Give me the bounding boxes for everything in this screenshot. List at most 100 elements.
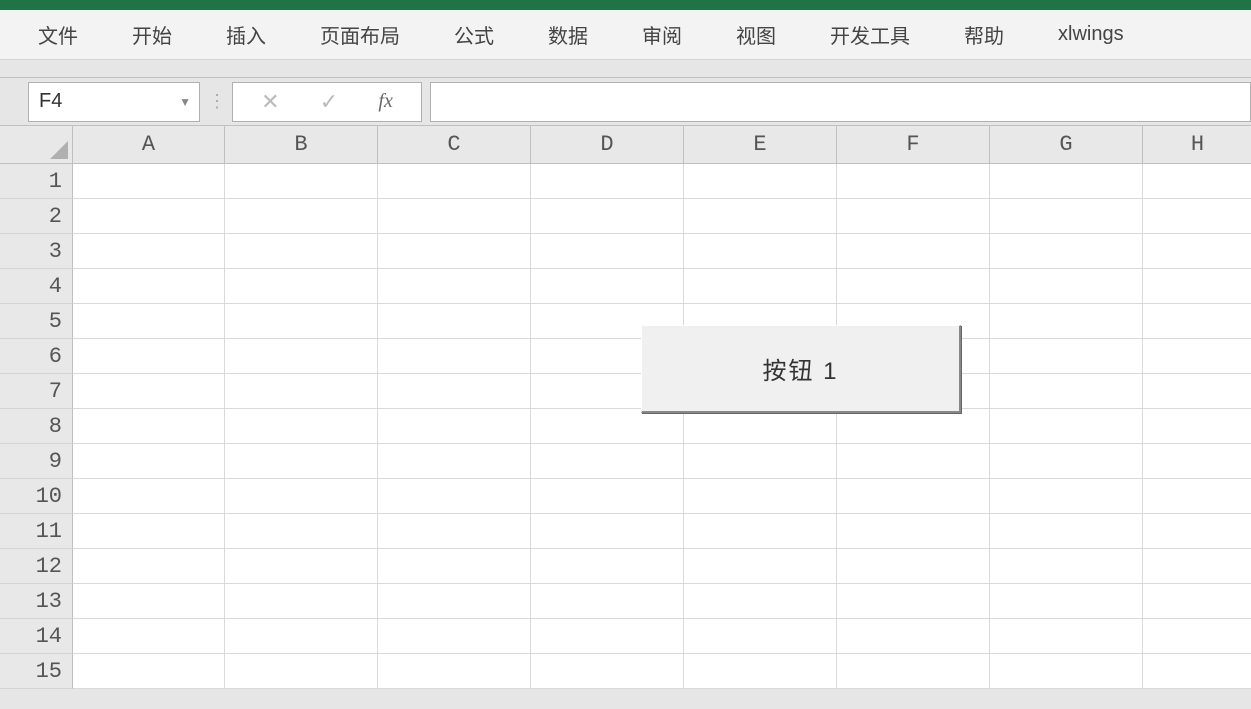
cell-E1[interactable] xyxy=(684,164,837,199)
cell-D14[interactable] xyxy=(531,619,684,654)
cell-B1[interactable] xyxy=(225,164,378,199)
ribbon-tab-5[interactable]: 数据 xyxy=(540,16,596,53)
cell-G11[interactable] xyxy=(990,514,1143,549)
cell-H15[interactable] xyxy=(1143,654,1251,689)
cell-G2[interactable] xyxy=(990,199,1143,234)
cell-H8[interactable] xyxy=(1143,409,1251,444)
cell-G13[interactable] xyxy=(990,584,1143,619)
cell-B5[interactable] xyxy=(225,304,378,339)
cancel-icon[interactable]: ✕ xyxy=(261,89,279,115)
cell-D13[interactable] xyxy=(531,584,684,619)
row-header-12[interactable]: 12 xyxy=(0,549,73,584)
cell-G4[interactable] xyxy=(990,269,1143,304)
cell-B14[interactable] xyxy=(225,619,378,654)
cell-G15[interactable] xyxy=(990,654,1143,689)
cell-E13[interactable] xyxy=(684,584,837,619)
select-all-corner[interactable] xyxy=(0,126,73,164)
cell-C13[interactable] xyxy=(378,584,531,619)
cell-E3[interactable] xyxy=(684,234,837,269)
cell-C14[interactable] xyxy=(378,619,531,654)
cell-D2[interactable] xyxy=(531,199,684,234)
column-header-G[interactable]: G xyxy=(990,126,1143,164)
cell-C6[interactable] xyxy=(378,339,531,374)
cell-A8[interactable] xyxy=(73,409,225,444)
cell-E14[interactable] xyxy=(684,619,837,654)
cell-B4[interactable] xyxy=(225,269,378,304)
row-header-2[interactable]: 2 xyxy=(0,199,73,234)
column-header-D[interactable]: D xyxy=(531,126,684,164)
cell-A12[interactable] xyxy=(73,549,225,584)
cell-H3[interactable] xyxy=(1143,234,1251,269)
column-header-A[interactable]: A xyxy=(73,126,225,164)
cell-A15[interactable] xyxy=(73,654,225,689)
cell-F15[interactable] xyxy=(837,654,990,689)
row-header-5[interactable]: 5 xyxy=(0,304,73,339)
cell-C11[interactable] xyxy=(378,514,531,549)
cell-C1[interactable] xyxy=(378,164,531,199)
cell-E15[interactable] xyxy=(684,654,837,689)
cell-A1[interactable] xyxy=(73,164,225,199)
cell-D8[interactable] xyxy=(531,409,684,444)
cell-G14[interactable] xyxy=(990,619,1143,654)
cell-H6[interactable] xyxy=(1143,339,1251,374)
ribbon-tab-6[interactable]: 审阅 xyxy=(634,16,690,53)
cell-D4[interactable] xyxy=(531,269,684,304)
cell-E9[interactable] xyxy=(684,444,837,479)
ribbon-tab-3[interactable]: 页面布局 xyxy=(312,16,408,53)
chevron-down-icon[interactable]: ▼ xyxy=(179,95,191,109)
cell-H1[interactable] xyxy=(1143,164,1251,199)
cell-B12[interactable] xyxy=(225,549,378,584)
cell-C15[interactable] xyxy=(378,654,531,689)
cell-G10[interactable] xyxy=(990,479,1143,514)
column-header-E[interactable]: E xyxy=(684,126,837,164)
cell-F3[interactable] xyxy=(837,234,990,269)
row-header-3[interactable]: 3 xyxy=(0,234,73,269)
column-header-B[interactable]: B xyxy=(225,126,378,164)
row-header-6[interactable]: 6 xyxy=(0,339,73,374)
enter-icon[interactable]: ✓ xyxy=(320,89,338,115)
row-header-9[interactable]: 9 xyxy=(0,444,73,479)
cell-A13[interactable] xyxy=(73,584,225,619)
cells-area[interactable] xyxy=(73,164,1251,689)
cell-E11[interactable] xyxy=(684,514,837,549)
cell-C7[interactable] xyxy=(378,374,531,409)
cell-A4[interactable] xyxy=(73,269,225,304)
ribbon-tab-7[interactable]: 视图 xyxy=(728,16,784,53)
cell-E12[interactable] xyxy=(684,549,837,584)
cell-F1[interactable] xyxy=(837,164,990,199)
cell-C4[interactable] xyxy=(378,269,531,304)
cell-H9[interactable] xyxy=(1143,444,1251,479)
cell-C2[interactable] xyxy=(378,199,531,234)
ribbon-tab-10[interactable]: xlwings xyxy=(1050,19,1132,50)
cell-H12[interactable] xyxy=(1143,549,1251,584)
form-button-1[interactable]: 按钮 1 xyxy=(641,325,961,413)
cell-G12[interactable] xyxy=(990,549,1143,584)
cell-G6[interactable] xyxy=(990,339,1143,374)
cell-D9[interactable] xyxy=(531,444,684,479)
cell-F8[interactable] xyxy=(837,409,990,444)
cell-B2[interactable] xyxy=(225,199,378,234)
cell-D1[interactable] xyxy=(531,164,684,199)
cell-A7[interactable] xyxy=(73,374,225,409)
cell-H2[interactable] xyxy=(1143,199,1251,234)
cell-G5[interactable] xyxy=(990,304,1143,339)
cell-H11[interactable] xyxy=(1143,514,1251,549)
cell-A9[interactable] xyxy=(73,444,225,479)
cell-G3[interactable] xyxy=(990,234,1143,269)
cell-H5[interactable] xyxy=(1143,304,1251,339)
cell-G7[interactable] xyxy=(990,374,1143,409)
ribbon-tab-4[interactable]: 公式 xyxy=(446,16,502,53)
cell-G9[interactable] xyxy=(990,444,1143,479)
cell-B11[interactable] xyxy=(225,514,378,549)
row-header-10[interactable]: 10 xyxy=(0,479,73,514)
row-header-15[interactable]: 15 xyxy=(0,654,73,689)
fx-icon[interactable]: fx xyxy=(378,90,392,113)
cell-F14[interactable] xyxy=(837,619,990,654)
cell-H14[interactable] xyxy=(1143,619,1251,654)
row-header-8[interactable]: 8 xyxy=(0,409,73,444)
ribbon-tab-0[interactable]: 文件 xyxy=(30,16,86,53)
cell-D11[interactable] xyxy=(531,514,684,549)
cell-F4[interactable] xyxy=(837,269,990,304)
cell-B13[interactable] xyxy=(225,584,378,619)
cell-C3[interactable] xyxy=(378,234,531,269)
